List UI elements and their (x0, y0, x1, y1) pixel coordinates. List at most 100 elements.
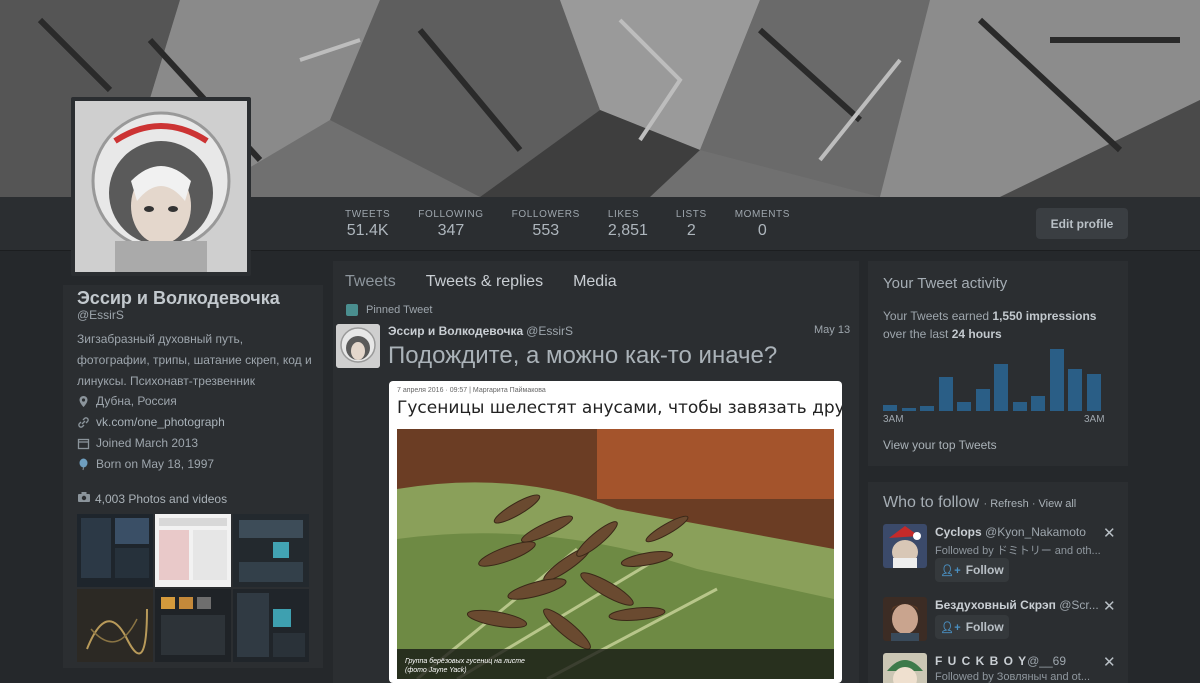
camera-icon (77, 491, 91, 506)
activity-bar[interactable] (1031, 395, 1045, 411)
activity-bar[interactable] (938, 376, 953, 411)
tab-tweets[interactable]: Tweets (345, 273, 396, 291)
follow-label: Follow (965, 620, 1004, 634)
activity-bar[interactable] (883, 404, 897, 411)
calendar-icon (77, 437, 90, 450)
card-image[interactable]: Группа берёзовых гусениц на листе (фото … (397, 429, 834, 679)
activity-bar[interactable] (1086, 373, 1101, 411)
tweet-date[interactable]: May 13 (814, 324, 850, 336)
stat-label: FOLLOWERS (511, 209, 580, 220)
user-avatar[interactable] (883, 524, 927, 568)
followed-by: Followed by Зовляныч and ot... (935, 671, 1090, 683)
tweet-author-handle[interactable]: @EssirS (526, 324, 573, 338)
pinned-text: Pinned Tweet (366, 304, 433, 316)
user-display-name[interactable]: Бездуховный Скрэп (935, 598, 1056, 612)
profile-page: TWEETS 51.4K FOLLOWING 347 FOLLOWERS 553… (0, 0, 1200, 683)
activity-bar[interactable] (957, 402, 971, 411)
user-name[interactable]: Бездуховный Скрэп @Scr... (935, 598, 1099, 612)
stat-moments[interactable]: MOMENTS 0 (735, 209, 790, 240)
link-icon (77, 416, 90, 429)
edit-profile-button[interactable]: Edit profile (1036, 208, 1128, 239)
tweet-author[interactable]: Эссир и Волкодевочка @EssirS (388, 324, 573, 338)
tweet-media-card[interactable]: 7 апреля 2016 · 09:57 | Маргарита Паймак… (389, 381, 842, 683)
activity-bar[interactable] (1012, 401, 1027, 411)
user-display-name[interactable]: F U C K B O Y (935, 654, 1027, 668)
photo-grid (77, 514, 309, 662)
activity-bar[interactable] (920, 406, 934, 411)
axis-label-right: 3AM (1084, 414, 1105, 425)
tab-media[interactable]: Media (573, 273, 617, 291)
axis-label-left: 3AM (883, 414, 904, 425)
profile-name[interactable]: Эссир и Волкодевочка (77, 288, 280, 309)
tweet-activity-panel: Your Tweet activity Your Tweets earned 1… (868, 261, 1128, 466)
stat-followers[interactable]: FOLLOWERS 553 (512, 209, 580, 240)
refresh-link[interactable]: Refresh (990, 498, 1029, 510)
dismiss-icon[interactable]: ✕ (1103, 524, 1116, 542)
activity-chart[interactable] (883, 349, 1107, 411)
add-user-icon: 👤︎+ (940, 564, 961, 577)
user-name[interactable]: F U C K B O Y@__69 (935, 654, 1066, 668)
follow-button[interactable]: 👤︎+ Follow (935, 558, 1009, 582)
location-pin-icon (77, 395, 90, 408)
stat-value: 347 (437, 222, 465, 239)
tweet-text: Подождите, а можно как-то иначе? (388, 342, 778, 369)
stat-label: TWEETS (345, 209, 391, 220)
activity-bar[interactable] (1068, 369, 1082, 411)
tweet-author-name[interactable]: Эссир и Волкодевочка (388, 324, 523, 338)
view-top-tweets-link[interactable]: View your top Tweets (883, 438, 997, 452)
stat-following[interactable]: FOLLOWING 347 (418, 209, 483, 240)
activity-bar[interactable] (994, 363, 1008, 411)
dismiss-icon[interactable]: ✕ (1103, 653, 1116, 671)
view-all-link[interactable]: View all (1039, 498, 1077, 510)
stat-tweets[interactable]: TWEETS 51.4K (345, 209, 390, 240)
photo-thumb[interactable] (77, 589, 153, 662)
follow-label: Follow (965, 563, 1004, 577)
photo-thumb[interactable] (155, 514, 231, 587)
follow-button[interactable]: 👤︎+ Follow (935, 615, 1009, 639)
tab-tweets-replies[interactable]: Tweets & replies (426, 273, 543, 291)
card-title: Гусеницы шелестят анусами, чтобы завязат… (397, 398, 842, 418)
balloon-icon (77, 458, 90, 471)
add-user-icon: 👤︎+ (940, 621, 961, 634)
profile-birthday: Born on May 18, 1997 (77, 457, 214, 471)
tweet-author-avatar[interactable] (336, 324, 380, 368)
activity-period: 24 hours (951, 327, 1002, 341)
profile-handle[interactable]: @EssirS (77, 308, 124, 322)
user-name[interactable]: Cyclops @Kyon_Nakamoto (935, 525, 1086, 539)
profile-website[interactable]: vk.com/one_photograph (77, 415, 225, 429)
profile-joined: Joined March 2013 (77, 436, 198, 450)
activity-bar[interactable] (1049, 349, 1064, 411)
stat-label: FOLLOWING (418, 209, 484, 220)
card-meta: 7 апреля 2016 · 09:57 | Маргарита Паймак… (397, 387, 546, 394)
profile-location: Дубна, Россия (77, 394, 177, 408)
suggested-user: Бездуховный Скрэп @Scr... ✕ 👤︎+ Follow (883, 597, 1123, 657)
user-handle[interactable]: @Scr... (1059, 598, 1099, 612)
profile-avatar[interactable] (71, 97, 251, 276)
activity-title: Your Tweet activity (883, 275, 1008, 292)
stat-likes[interactable]: LIKES 2,851 (608, 209, 648, 240)
stat-value: 2 (686, 222, 696, 239)
user-display-name[interactable]: Cyclops (935, 525, 982, 539)
summary-prefix: Your Tweets earned (883, 309, 993, 323)
who-to-follow-panel: Who to follow · Refresh · View all Cyclo… (868, 482, 1128, 683)
stat-value: 553 (532, 222, 560, 239)
stat-value: 51.4K (346, 222, 389, 239)
stat-lists[interactable]: LISTS 2 (676, 209, 707, 240)
website-link[interactable]: vk.com/one_photograph (96, 415, 225, 429)
stat-value: 2,851 (607, 222, 648, 239)
user-avatar[interactable] (883, 597, 927, 641)
photo-thumb[interactable] (77, 514, 153, 587)
activity-bar[interactable] (901, 407, 916, 411)
photo-thumb[interactable] (155, 589, 231, 662)
suggested-user: Cyclops @Kyon_Nakamoto Followed by ドミトリー… (883, 524, 1123, 584)
photo-thumb[interactable] (233, 514, 309, 587)
photos-videos-link[interactable]: 4,003 Photos and videos (77, 491, 227, 506)
photo-thumb[interactable] (233, 589, 309, 662)
birthday-text: Born on May 18, 1997 (96, 457, 215, 471)
user-handle[interactable]: @Kyon_Nakamoto (985, 525, 1086, 539)
dismiss-icon[interactable]: ✕ (1103, 597, 1116, 615)
suggested-user: F U C K B O Y@__69 Followed by Зовляныч … (883, 653, 1123, 683)
user-handle[interactable]: @__69 (1027, 654, 1066, 668)
user-avatar[interactable] (883, 653, 927, 683)
activity-bar[interactable] (975, 388, 990, 411)
